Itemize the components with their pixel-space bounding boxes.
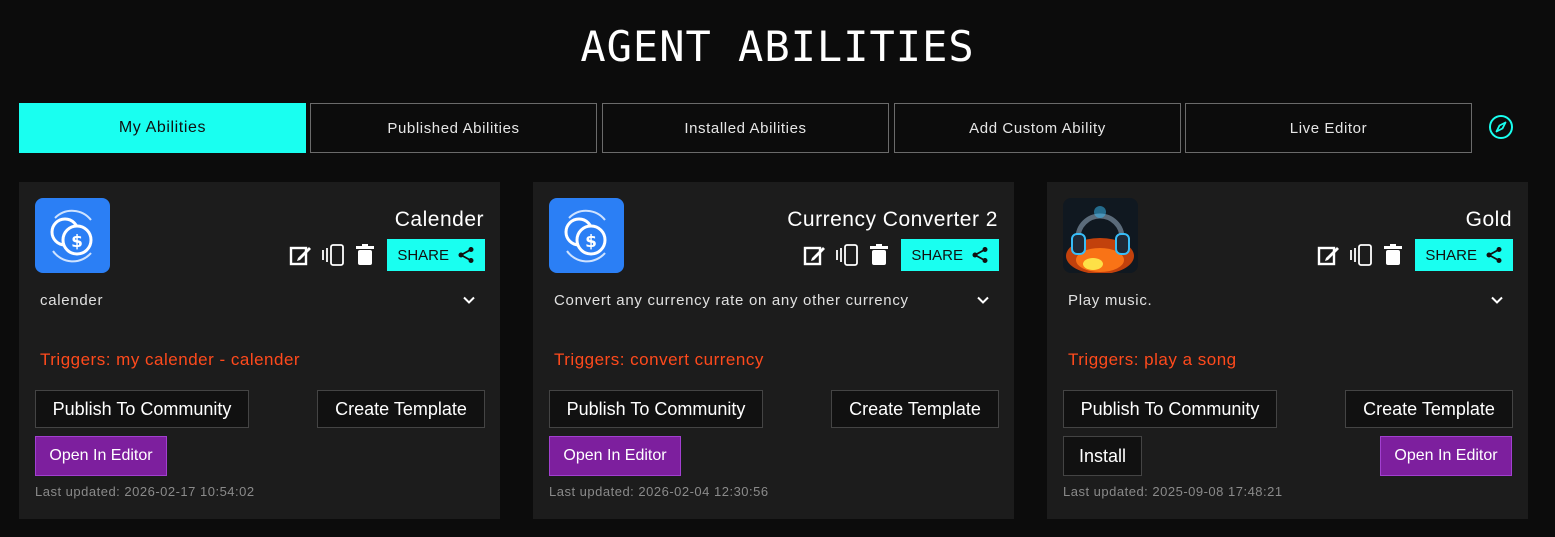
duplicate-icon[interactable]: [321, 243, 345, 267]
card-actions: SHARE: [803, 239, 999, 271]
tab-add-custom-ability[interactable]: Add Custom Ability: [894, 103, 1181, 153]
trash-icon[interactable]: [353, 243, 377, 267]
tab-installed-abilities[interactable]: Installed Abilities: [602, 103, 889, 153]
trash-icon[interactable]: [1381, 243, 1405, 267]
card-title: Currency Converter 2: [787, 208, 998, 231]
share-label: SHARE: [1425, 246, 1477, 264]
edit-icon[interactable]: [289, 243, 313, 267]
card-title: Calender: [394, 208, 484, 231]
compass-icon[interactable]: [1488, 114, 1514, 140]
share-icon: [1486, 247, 1502, 263]
chevron-down-icon[interactable]: [1490, 293, 1504, 307]
ability-triggers: Triggers: convert currency: [554, 350, 764, 369]
ability-card-calender: $ Calender SHARE calender Triggers: my c…: [19, 182, 500, 519]
last-updated: Last updated: 2026-02-04 12:30:56: [549, 484, 769, 499]
card-title: Gold: [1465, 208, 1512, 231]
duplicate-icon[interactable]: [835, 243, 859, 267]
page-title: AGENT ABILITIES: [580, 22, 975, 71]
ability-triggers: Triggers: my calender - calender: [40, 350, 301, 369]
duplicate-icon[interactable]: [1349, 243, 1373, 267]
share-button[interactable]: SHARE: [901, 239, 999, 271]
ability-description: calender: [40, 292, 104, 309]
currency-exchange-icon: $: [35, 198, 110, 273]
tab-published-abilities[interactable]: Published Abilities: [310, 103, 597, 153]
currency-exchange-icon: $: [549, 198, 624, 273]
share-button[interactable]: SHARE: [1415, 239, 1513, 271]
share-label: SHARE: [911, 246, 963, 264]
edit-icon[interactable]: [1317, 243, 1341, 267]
publish-to-community-button[interactable]: Publish To Community: [549, 390, 763, 428]
svg-text:$: $: [71, 232, 83, 252]
tab-live-editor[interactable]: Live Editor: [1185, 103, 1472, 153]
ability-description: Convert any currency rate on any other c…: [554, 292, 909, 309]
ability-description: Play music.: [1068, 292, 1153, 309]
ability-triggers: Triggers: play a song: [1068, 350, 1237, 369]
trash-icon[interactable]: [867, 243, 891, 267]
last-updated: Last updated: 2026-02-17 10:54:02: [35, 484, 255, 499]
ability-card-gold: Gold SHARE Play music. Triggers: play a …: [1047, 182, 1528, 519]
tab-my-abilities[interactable]: My Abilities: [19, 103, 306, 153]
card-actions: SHARE: [1317, 239, 1513, 271]
share-icon: [458, 247, 474, 263]
share-icon: [972, 247, 988, 263]
open-in-editor-button[interactable]: Open In Editor: [1380, 436, 1512, 476]
open-in-editor-button[interactable]: Open In Editor: [549, 436, 681, 476]
edit-icon[interactable]: [803, 243, 827, 267]
create-template-button[interactable]: Create Template: [317, 390, 485, 428]
music-headphones-image: [1063, 198, 1138, 273]
chevron-down-icon[interactable]: [976, 293, 990, 307]
last-updated: Last updated: 2025-09-08 17:48:21: [1063, 484, 1283, 499]
share-label: SHARE: [397, 246, 449, 264]
card-actions: SHARE: [289, 239, 485, 271]
chevron-down-icon[interactable]: [462, 293, 476, 307]
install-button[interactable]: Install: [1063, 436, 1142, 476]
ability-card-currency-converter: $ Currency Converter 2 SHARE Convert any…: [533, 182, 1014, 519]
svg-text:$: $: [585, 232, 597, 252]
share-button[interactable]: SHARE: [387, 239, 485, 271]
publish-to-community-button[interactable]: Publish To Community: [1063, 390, 1277, 428]
create-template-button[interactable]: Create Template: [1345, 390, 1513, 428]
open-in-editor-button[interactable]: Open In Editor: [35, 436, 167, 476]
create-template-button[interactable]: Create Template: [831, 390, 999, 428]
publish-to-community-button[interactable]: Publish To Community: [35, 390, 249, 428]
